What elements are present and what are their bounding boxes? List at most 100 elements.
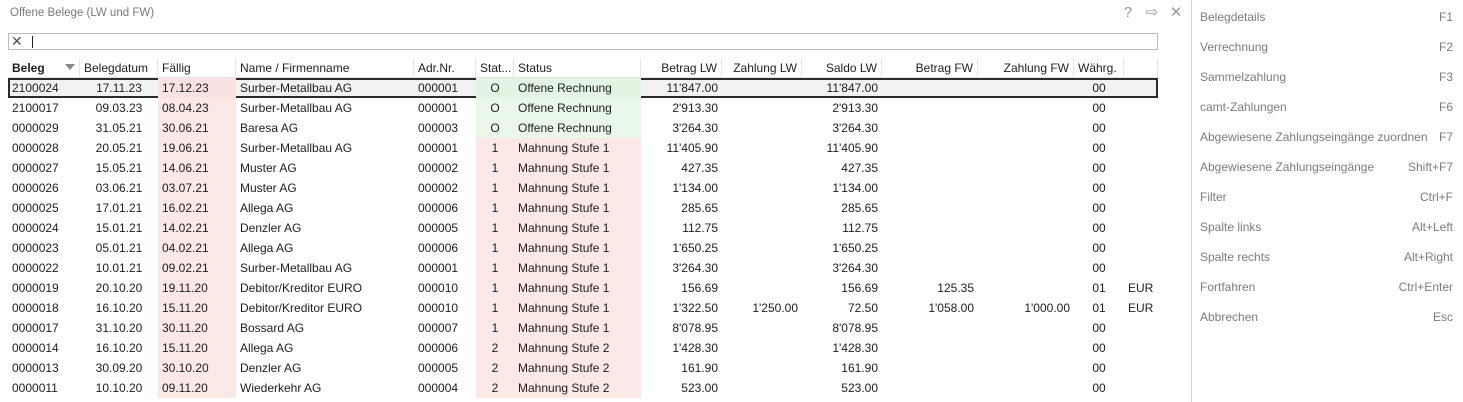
col-saldo-lw-cell: 1'134.00: [832, 181, 878, 195]
col-beleg-cell: 0000027: [12, 161, 59, 175]
col-belegdatum-cell: 17.01.21: [95, 201, 143, 215]
clear-search-icon[interactable]: ✕: [11, 33, 23, 50]
col-status-cell: Mahnung Stufe 1: [514, 138, 641, 158]
col-currency-cell: [1124, 138, 1158, 158]
col-belegdatum-cell: 20.10.20: [95, 281, 143, 295]
col-beleg-cell: 0000023: [12, 241, 59, 255]
menu-item-abbrechen[interactable]: Abbrechen Esc: [1200, 302, 1453, 332]
col-zahlung-lw-cell: [722, 118, 802, 138]
table-row[interactable]: 0000024 15.01.21 14.02.21 Denzler AG 000005 1…: [8, 218, 1158, 238]
menu-item-abgewiesene-zahlungseingänge-zuordnen[interactable]: Abgewiesene Zahlungseingänge zuordnen F7: [1200, 122, 1453, 152]
table-row[interactable]: 0000017 31.10.20 30.11.20 Bossard AG 000007 1…: [8, 318, 1158, 338]
table-row[interactable]: 0000014 16.10.20 15.11.20 Allega AG 000006 2 M…: [8, 338, 1158, 358]
table-row[interactable]: 0000013 30.09.20 30.10.20 Denzler AG 000005 2…: [8, 358, 1158, 378]
col-status-header[interactable]: Status: [514, 58, 641, 78]
search-input[interactable]: ✕: [8, 33, 1158, 50]
col-betrag-lw-cell: 11'847.00: [666, 81, 718, 95]
col-stat-cell: O: [476, 78, 514, 98]
col-beleg-cell: 0000017: [12, 321, 59, 335]
col-belegdatum-cell: 30.09.20: [95, 361, 143, 375]
table-row[interactable]: 0000027 15.05.21 14.06.21 Muster AG 000002 1 M…: [8, 158, 1158, 178]
col-beleg-cell: 0000013: [12, 361, 59, 375]
col-betrag-fw-cell: [882, 98, 978, 118]
col-zahlung-lw-cell: [722, 98, 802, 118]
table-row[interactable]: 0000025 17.01.21 16.02.21 Allega AG 000006 1 M…: [8, 198, 1158, 218]
col-saldo-lw-cell: 112.75: [842, 221, 878, 235]
col-waehrung-cell: 00: [1092, 341, 1106, 355]
col-zahlung-lw-header[interactable]: Zahlung LW: [722, 58, 802, 78]
col-name-cell: Baresa AG: [240, 121, 299, 135]
col-betrag-fw-cell: 125.35: [937, 281, 974, 295]
col-adr-nr-cell: 000001: [418, 81, 459, 95]
col-stat-cell: 1: [476, 278, 514, 298]
table-row[interactable]: 0000022 10.01.21 09.02.21 Surber-Metallbau …: [8, 258, 1158, 278]
close-icon[interactable]: ✕: [1167, 3, 1185, 23]
col-stat-cell: 1: [476, 158, 514, 178]
col-beleg-header[interactable]: Beleg: [8, 58, 80, 78]
table-row[interactable]: 2100017 09.03.23 08.04.23 Surber-Metallbau …: [8, 98, 1158, 118]
col-name-cell: Allega AG: [240, 341, 294, 355]
col-zahlung-fw-header[interactable]: Zahlung FW: [978, 58, 1074, 78]
menu-item-camt-zahlungen[interactable]: camt-Zahlungen F6: [1200, 92, 1453, 122]
col-faellig-cell: 14.06.21: [158, 158, 236, 178]
sort-descending-icon[interactable]: [65, 64, 75, 70]
col-waehrung-header[interactable]: Währg.: [1074, 58, 1124, 78]
col-beleg-cell: 0000026: [12, 181, 59, 195]
menu-item-label: Abgewiesene Zahlungseingänge: [1200, 160, 1375, 174]
col-betrag-lw-cell: 523.00: [681, 381, 718, 395]
col-belegdatum-cell: 10.01.21: [95, 261, 143, 275]
col-saldo-lw-cell: 11'847.00: [826, 81, 878, 95]
col-currency-header[interactable]: [1124, 58, 1158, 78]
help-icon[interactable]: ?: [1119, 3, 1137, 23]
col-adr-nr-cell: 000004: [418, 381, 459, 395]
col-faellig-cell: 15.11.20: [158, 338, 236, 358]
table-row[interactable]: 2100024 17.11.23 17.12.23 Surber-Metallbau …: [8, 78, 1158, 98]
col-name-cell: Allega AG: [240, 241, 294, 255]
col-belegdatum-cell: 10.10.20: [95, 381, 143, 395]
col-saldo-lw-header[interactable]: Saldo LW: [802, 58, 882, 78]
col-stat-cell: 2: [476, 358, 514, 378]
table-row[interactable]: 0000023 05.01.21 04.02.21 Allega AG 000006 1 M…: [8, 238, 1158, 258]
col-beleg-cell: 0000024: [12, 221, 59, 235]
menu-item-spalte-links[interactable]: Spalte links Alt+Left: [1200, 212, 1453, 242]
col-faellig-cell: 19.06.21: [158, 138, 236, 158]
col-adr-nr-cell: 000002: [418, 181, 459, 195]
col-status-cell: Mahnung Stufe 1: [514, 298, 641, 318]
table-row[interactable]: 0000019 20.10.20 19.11.20 Debitor/Kreditor …: [8, 278, 1158, 298]
col-zahlung-fw-cell: [978, 118, 1074, 138]
table-row[interactable]: 0000026 03.06.21 03.07.21 Muster AG 000002 1 M…: [8, 178, 1158, 198]
col-betrag-lw-header[interactable]: Betrag LW: [641, 58, 722, 78]
col-name-header[interactable]: Name / Firmenname: [236, 58, 414, 78]
col-waehrung-cell: 00: [1092, 81, 1106, 95]
col-stat-header[interactable]: Stat...: [476, 58, 514, 78]
forward-icon[interactable]: ⇨: [1143, 3, 1161, 23]
col-betrag-fw-cell: [882, 318, 978, 338]
menu-item-spalte-rechts[interactable]: Spalte rechts Alt+Right: [1200, 242, 1453, 272]
menu-item-belegdetails[interactable]: Belegdetails F1: [1200, 2, 1453, 32]
table-row[interactable]: 0000028 20.05.21 19.06.21 Surber-Metallbau …: [8, 138, 1158, 158]
col-waehrung-cell: 00: [1092, 261, 1106, 275]
col-name-cell: Muster AG: [240, 161, 297, 175]
col-waehrung-cell: 00: [1092, 221, 1106, 235]
col-belegdatum-cell: 17.11.23: [96, 81, 142, 95]
menu-item-verrechnung[interactable]: Verrechnung F2: [1200, 32, 1453, 62]
col-zahlung-lw-cell: [722, 378, 802, 398]
menu-item-label: Filter: [1200, 190, 1227, 204]
col-zahlung-lw-cell: [722, 258, 802, 278]
table-row[interactable]: 0000029 31.05.21 30.06.21 Baresa AG 000003 O O…: [8, 118, 1158, 138]
col-belegdatum-cell: 16.10.20: [95, 341, 143, 355]
menu-item-abgewiesene-zahlungseingänge[interactable]: Abgewiesene Zahlungseingänge Shift+F7: [1200, 152, 1453, 182]
col-beleg-cell: 2100024: [12, 81, 59, 95]
menu-item-shortcut: Ctrl+F: [1420, 190, 1453, 204]
menu-item-filter[interactable]: Filter Ctrl+F: [1200, 182, 1453, 212]
col-waehrung-cell: 00: [1092, 141, 1106, 155]
menu-item-sammelzahlung[interactable]: Sammelzahlung F3: [1200, 62, 1453, 92]
col-faellig-header[interactable]: Fällig: [158, 58, 236, 78]
menu-item-fortfahren[interactable]: Fortfahren Ctrl+Enter: [1200, 272, 1453, 302]
table-row[interactable]: 0000011 10.10.20 09.11.20 Wiederkehr AG 0000…: [8, 378, 1158, 398]
col-betrag-fw-header[interactable]: Betrag FW: [882, 58, 978, 78]
col-belegdatum-header[interactable]: Belegdatum: [80, 58, 158, 78]
table-row[interactable]: 0000018 16.10.20 15.11.20 Debitor/Kreditor …: [8, 298, 1158, 318]
col-adr-nr-header[interactable]: Adr.Nr.: [414, 58, 476, 78]
menu-item-label: Spalte links: [1200, 220, 1262, 234]
